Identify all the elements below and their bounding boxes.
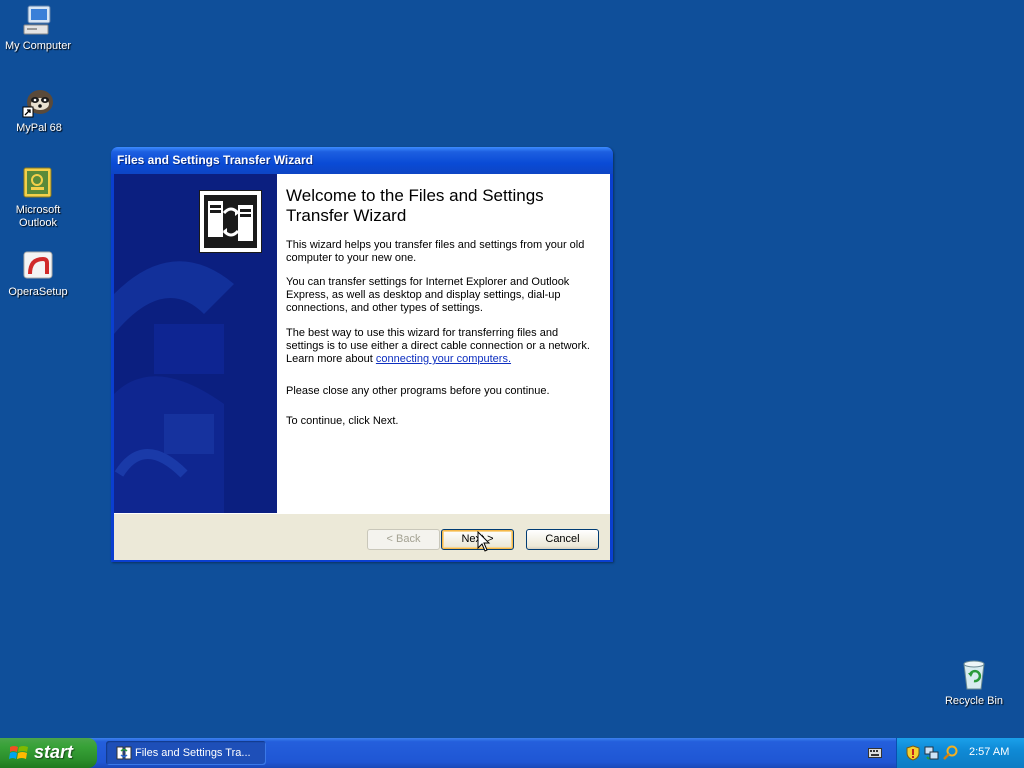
search-icon[interactable]	[943, 745, 959, 761]
opera-setup-icon	[21, 249, 55, 283]
recycle-bin-icon	[957, 658, 991, 692]
desktop-icon-label: Microsoft Outlook	[15, 204, 61, 229]
desktop-icon-label: My Computer	[4, 40, 72, 52]
start-button[interactable]: start	[0, 738, 97, 768]
close-programs-paragraph: Please close any other programs before y…	[286, 385, 550, 397]
desktop-icon-mypal[interactable]: MyPal 68	[1, 85, 77, 135]
desktop-icon-my-computer[interactable]: My Computer	[0, 3, 76, 53]
wizard-window: Files and Settings Transfer Wizard Welco…	[111, 147, 613, 562]
page-title: Welcome to the Files and Settings Transf…	[286, 186, 544, 225]
cancel-button[interactable]: Cancel	[526, 529, 599, 550]
my-computer-icon	[21, 3, 55, 37]
mypal-icon	[22, 85, 56, 119]
taskbar-button-label: Files and Settings Tra...	[135, 747, 251, 759]
desktop-icon-opera-setup[interactable]: OperaSetup	[0, 249, 76, 299]
desktop-icon-label: OperaSetup	[8, 286, 68, 298]
wizard-button-bar: < Back Next > Cancel	[114, 513, 610, 560]
connecting-computers-link[interactable]: connecting your computers.	[376, 353, 511, 365]
desktop-icon-label: Recycle Bin	[944, 695, 1004, 707]
wizard-logo-icon	[199, 190, 262, 253]
intro-paragraph: This wizard helps you transfer files and…	[286, 239, 585, 264]
keyboard-icon[interactable]	[868, 748, 882, 758]
start-label: start	[34, 742, 74, 762]
desktop-icon-recycle-bin[interactable]: Recycle Bin	[936, 658, 1012, 708]
window-title: Files and Settings Transfer Wizard	[117, 153, 313, 167]
network-icon[interactable]	[924, 745, 940, 761]
continue-paragraph: To continue, click Next.	[286, 415, 399, 427]
back-button[interactable]: < Back	[367, 529, 440, 550]
wizard-content: Welcome to the Files and Settings Transf…	[277, 174, 610, 513]
connection-paragraph: The best way to use this wizard for tran…	[286, 327, 596, 366]
windows-logo-icon	[9, 746, 28, 759]
window-body: Welcome to the Files and Settings Transf…	[114, 174, 610, 560]
settings-paragraph: You can transfer settings for Internet E…	[286, 276, 570, 314]
clock[interactable]: 2:57 AM	[969, 746, 1009, 758]
desktop-icon-label: MyPal 68	[16, 122, 62, 134]
taskbar: start Files and Settings Tra... 2:57 AM	[0, 738, 1024, 768]
taskbar-button-wizard[interactable]: Files and Settings Tra...	[106, 741, 266, 765]
wizard-task-icon	[116, 746, 132, 760]
security-shield-icon[interactable]	[906, 745, 920, 761]
mouse-cursor-icon	[477, 531, 491, 552]
window-titlebar[interactable]: Files and Settings Transfer Wizard	[111, 147, 613, 174]
wizard-sidebar	[114, 174, 277, 513]
system-tray: 2:57 AM	[896, 738, 1024, 768]
outlook-icon	[21, 167, 55, 201]
desktop-icon-outlook[interactable]: Microsoft Outlook	[0, 167, 76, 230]
